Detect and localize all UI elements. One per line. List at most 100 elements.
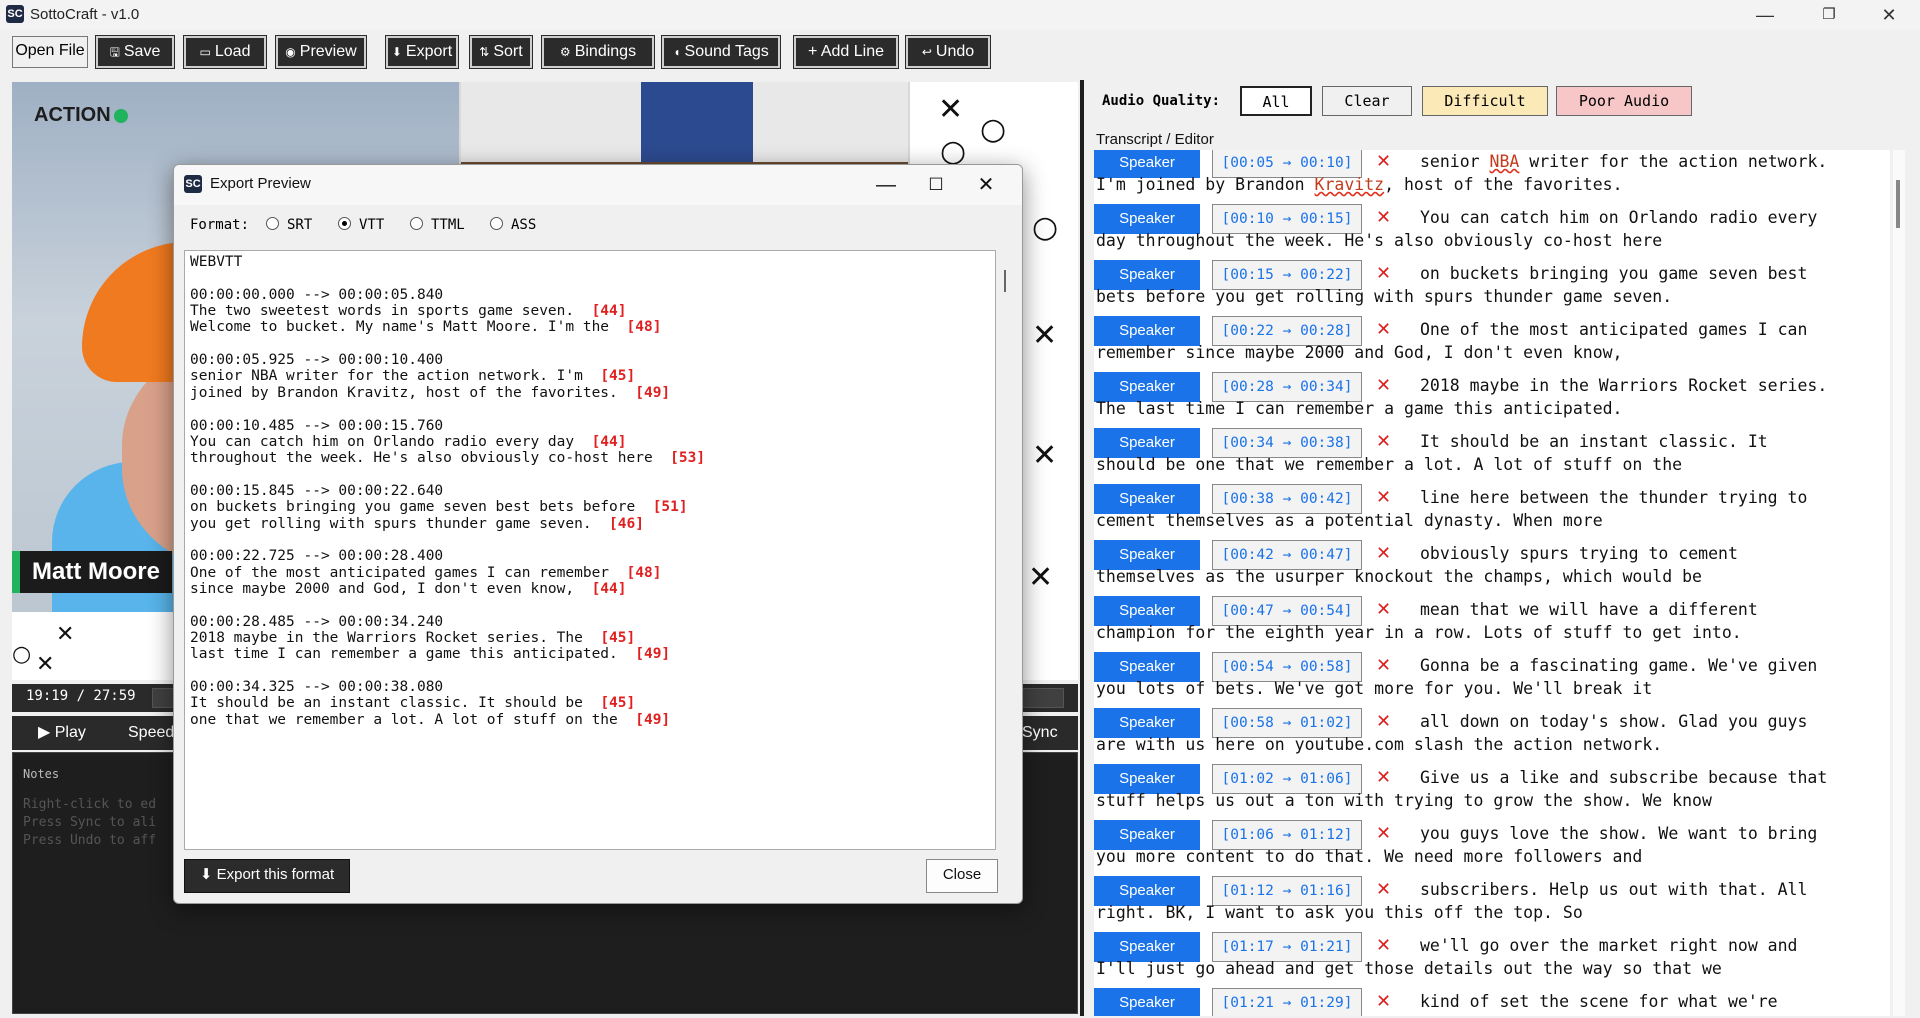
transcript-text[interactable]: subscribers. Help us out with that. All <box>1420 880 1807 899</box>
delete-line-icon[interactable]: ✕ <box>1376 711 1391 732</box>
sort-button[interactable]: ⇅ Sort <box>469 35 533 69</box>
transcript-text[interactable]: Gonna be a fascinating game. We've given <box>1420 656 1817 675</box>
export-preview-text[interactable]: WEBVTT 00:00:00.000 --> 00:00:05.840 The t… <box>184 250 996 850</box>
speaker-button[interactable]: Speaker <box>1094 652 1200 682</box>
transcript-text-continued[interactable]: I'll just go ahead and get those details… <box>1096 959 1722 978</box>
transcript-text-continued[interactable]: champion for the eighth year in a row. L… <box>1096 623 1742 642</box>
export-button[interactable]: ⬇ Export <box>385 35 459 69</box>
scrollbar-thumb[interactable] <box>1004 270 1006 292</box>
transcript-text-continued[interactable]: should be one that we remember a lot. A … <box>1096 455 1682 474</box>
delete-line-icon[interactable]: ✕ <box>1376 487 1391 508</box>
transcript-text[interactable]: Give us a like and subscribe because tha… <box>1420 768 1827 787</box>
delete-line-icon[interactable]: ✕ <box>1376 207 1391 228</box>
transcript-text-continued[interactable]: are with us here on youtube.com slash th… <box>1096 735 1662 754</box>
transcript-text[interactable]: you guys love the show. We want to bring <box>1420 824 1817 843</box>
delete-line-icon[interactable]: ✕ <box>1376 319 1391 340</box>
delete-line-icon[interactable]: ✕ <box>1376 543 1391 564</box>
transcript-text-continued[interactable]: themselves as the usurper knockout the c… <box>1096 567 1702 586</box>
timestamp-field[interactable]: [01:02 → 01:06] <box>1212 764 1362 794</box>
timestamp-field[interactable]: [01:12 → 01:16] <box>1212 876 1362 906</box>
delete-line-icon[interactable]: ✕ <box>1376 823 1391 844</box>
sound-tags-button[interactable]: ◖ Sound Tags <box>661 35 781 69</box>
speaker-button[interactable]: Speaker <box>1094 428 1200 458</box>
delete-line-icon[interactable]: ✕ <box>1376 375 1391 396</box>
delete-line-icon[interactable]: ✕ <box>1376 991 1391 1012</box>
speaker-button[interactable]: Speaker <box>1094 932 1200 962</box>
speaker-button[interactable]: Speaker <box>1094 876 1200 906</box>
timestamp-field[interactable]: [00:05 → 00:10] <box>1212 150 1362 178</box>
spellcheck-flag[interactable]: Kravitz <box>1315 175 1385 194</box>
scrollbar-thumb[interactable] <box>1896 180 1900 228</box>
transcript-text[interactable]: 2018 maybe in the Warriors Rocket series… <box>1420 376 1827 395</box>
speaker-button[interactable]: Speaker <box>1094 204 1200 234</box>
speaker-button[interactable]: Speaker <box>1094 708 1200 738</box>
delete-line-icon[interactable]: ✕ <box>1376 767 1391 788</box>
filter-all-button[interactable]: All <box>1240 86 1312 116</box>
format-radio-srt[interactable]: SRT <box>266 217 312 233</box>
filter-poor-audio-button[interactable]: Poor Audio <box>1556 86 1692 116</box>
speaker-button[interactable]: Speaker <box>1094 764 1200 794</box>
maximize-icon[interactable]: ☐ <box>916 171 956 199</box>
speaker-button[interactable]: Speaker <box>1094 484 1200 514</box>
timestamp-field[interactable]: [00:34 → 00:38] <box>1212 428 1362 458</box>
filter-difficult-button[interactable]: Difficult <box>1422 86 1548 116</box>
timestamp-field[interactable]: [00:28 → 00:34] <box>1212 372 1362 402</box>
format-radio-vtt[interactable]: VTT <box>338 217 384 233</box>
timestamp-field[interactable]: [01:17 → 01:21] <box>1212 932 1362 962</box>
timestamp-field[interactable]: [00:22 → 00:28] <box>1212 316 1362 346</box>
export-format-button[interactable]: ⬇ Export this format <box>184 859 350 893</box>
spellcheck-flag[interactable]: NBA <box>1490 152 1520 171</box>
minimize-icon[interactable]: — <box>1742 2 1788 28</box>
speaker-button[interactable]: Speaker <box>1094 316 1200 346</box>
timestamp-field[interactable]: [00:10 → 00:15] <box>1212 204 1362 234</box>
speaker-button[interactable]: Speaker <box>1094 150 1200 178</box>
delete-line-icon[interactable]: ✕ <box>1376 935 1391 956</box>
delete-line-icon[interactable]: ✕ <box>1376 655 1391 676</box>
format-radio-ttml[interactable]: TTML <box>410 217 465 233</box>
speaker-button[interactable]: Speaker <box>1094 820 1200 850</box>
transcript-text-continued[interactable]: you lots of bets. We've got more for you… <box>1096 679 1652 698</box>
add-line-button[interactable]: + Add Line <box>793 35 899 69</box>
speaker-button[interactable]: Speaker <box>1094 540 1200 570</box>
transcript-text-continued[interactable]: day throughout the week. He's also obvio… <box>1096 231 1662 250</box>
panel-divider[interactable] <box>1080 80 1084 1016</box>
minimize-icon[interactable]: — <box>866 171 906 199</box>
restore-icon[interactable]: ❐ <box>1806 2 1852 28</box>
undo-button[interactable]: ↩ Undo <box>905 35 991 69</box>
close-icon[interactable]: ✕ <box>1866 2 1912 28</box>
bindings-button[interactable]: ⚙ Bindings <box>541 35 655 69</box>
transcript-text[interactable]: One of the most anticipated games I can <box>1420 320 1807 339</box>
timestamp-field[interactable]: [00:42 → 00:47] <box>1212 540 1362 570</box>
close-button[interactable]: Close <box>926 859 998 893</box>
transcript-text[interactable]: kind of set the scene for what we're <box>1420 992 1778 1011</box>
timestamp-field[interactable]: [00:15 → 00:22] <box>1212 260 1362 290</box>
close-icon[interactable]: ✕ <box>966 171 1006 199</box>
speaker-button[interactable]: Speaker <box>1094 988 1200 1016</box>
timestamp-field[interactable]: [00:47 → 00:54] <box>1212 596 1362 626</box>
transcript-text-continued[interactable]: bets before you get rolling with spurs t… <box>1096 287 1672 306</box>
speaker-button[interactable]: Speaker <box>1094 372 1200 402</box>
delete-line-icon[interactable]: ✕ <box>1376 599 1391 620</box>
timestamp-field[interactable]: [00:58 → 01:02] <box>1212 708 1362 738</box>
delete-line-icon[interactable]: ✕ <box>1376 431 1391 452</box>
speaker-button[interactable]: Speaker <box>1094 596 1200 626</box>
delete-line-icon[interactable]: ✕ <box>1376 263 1391 284</box>
transcript-text-continued[interactable]: you more content to do that. We need mor… <box>1096 847 1642 866</box>
filter-clear-button[interactable]: Clear <box>1322 86 1412 116</box>
transcript-text[interactable]: all down on today's show. Glad you guys <box>1420 712 1807 731</box>
speed-control[interactable]: Speed <box>128 716 174 750</box>
transcript-text-continued[interactable]: cement themselves as a potential dynasty… <box>1096 511 1603 530</box>
transcript-text[interactable]: we'll go over the market right now and <box>1420 936 1798 955</box>
transcript-text-continued[interactable]: remember since maybe 2000 and God, I don… <box>1096 343 1623 362</box>
transcript-scrollbar[interactable] <box>1893 150 1905 1016</box>
transcript-text[interactable]: It should be an instant classic. It <box>1420 432 1768 451</box>
timestamp-field[interactable]: [01:21 → 01:29] <box>1212 988 1362 1016</box>
preview-button[interactable]: ◉ Preview <box>275 35 367 69</box>
transcript-text-continued[interactable]: right. BK, I want to ask you this off th… <box>1096 903 1583 922</box>
transcript-text-continued[interactable]: The last time I can remember a game this… <box>1096 399 1623 418</box>
transcript-text[interactable]: You can catch him on Orlando radio every <box>1420 208 1817 227</box>
transcript-text-continued[interactable]: I'm joined by Brandon Kravitz, host of t… <box>1096 175 1623 194</box>
sync-button[interactable]: Sync <box>1022 716 1058 750</box>
transcript-text[interactable]: line here between the thunder trying to <box>1420 488 1807 507</box>
format-radio-ass[interactable]: ASS <box>490 217 536 233</box>
